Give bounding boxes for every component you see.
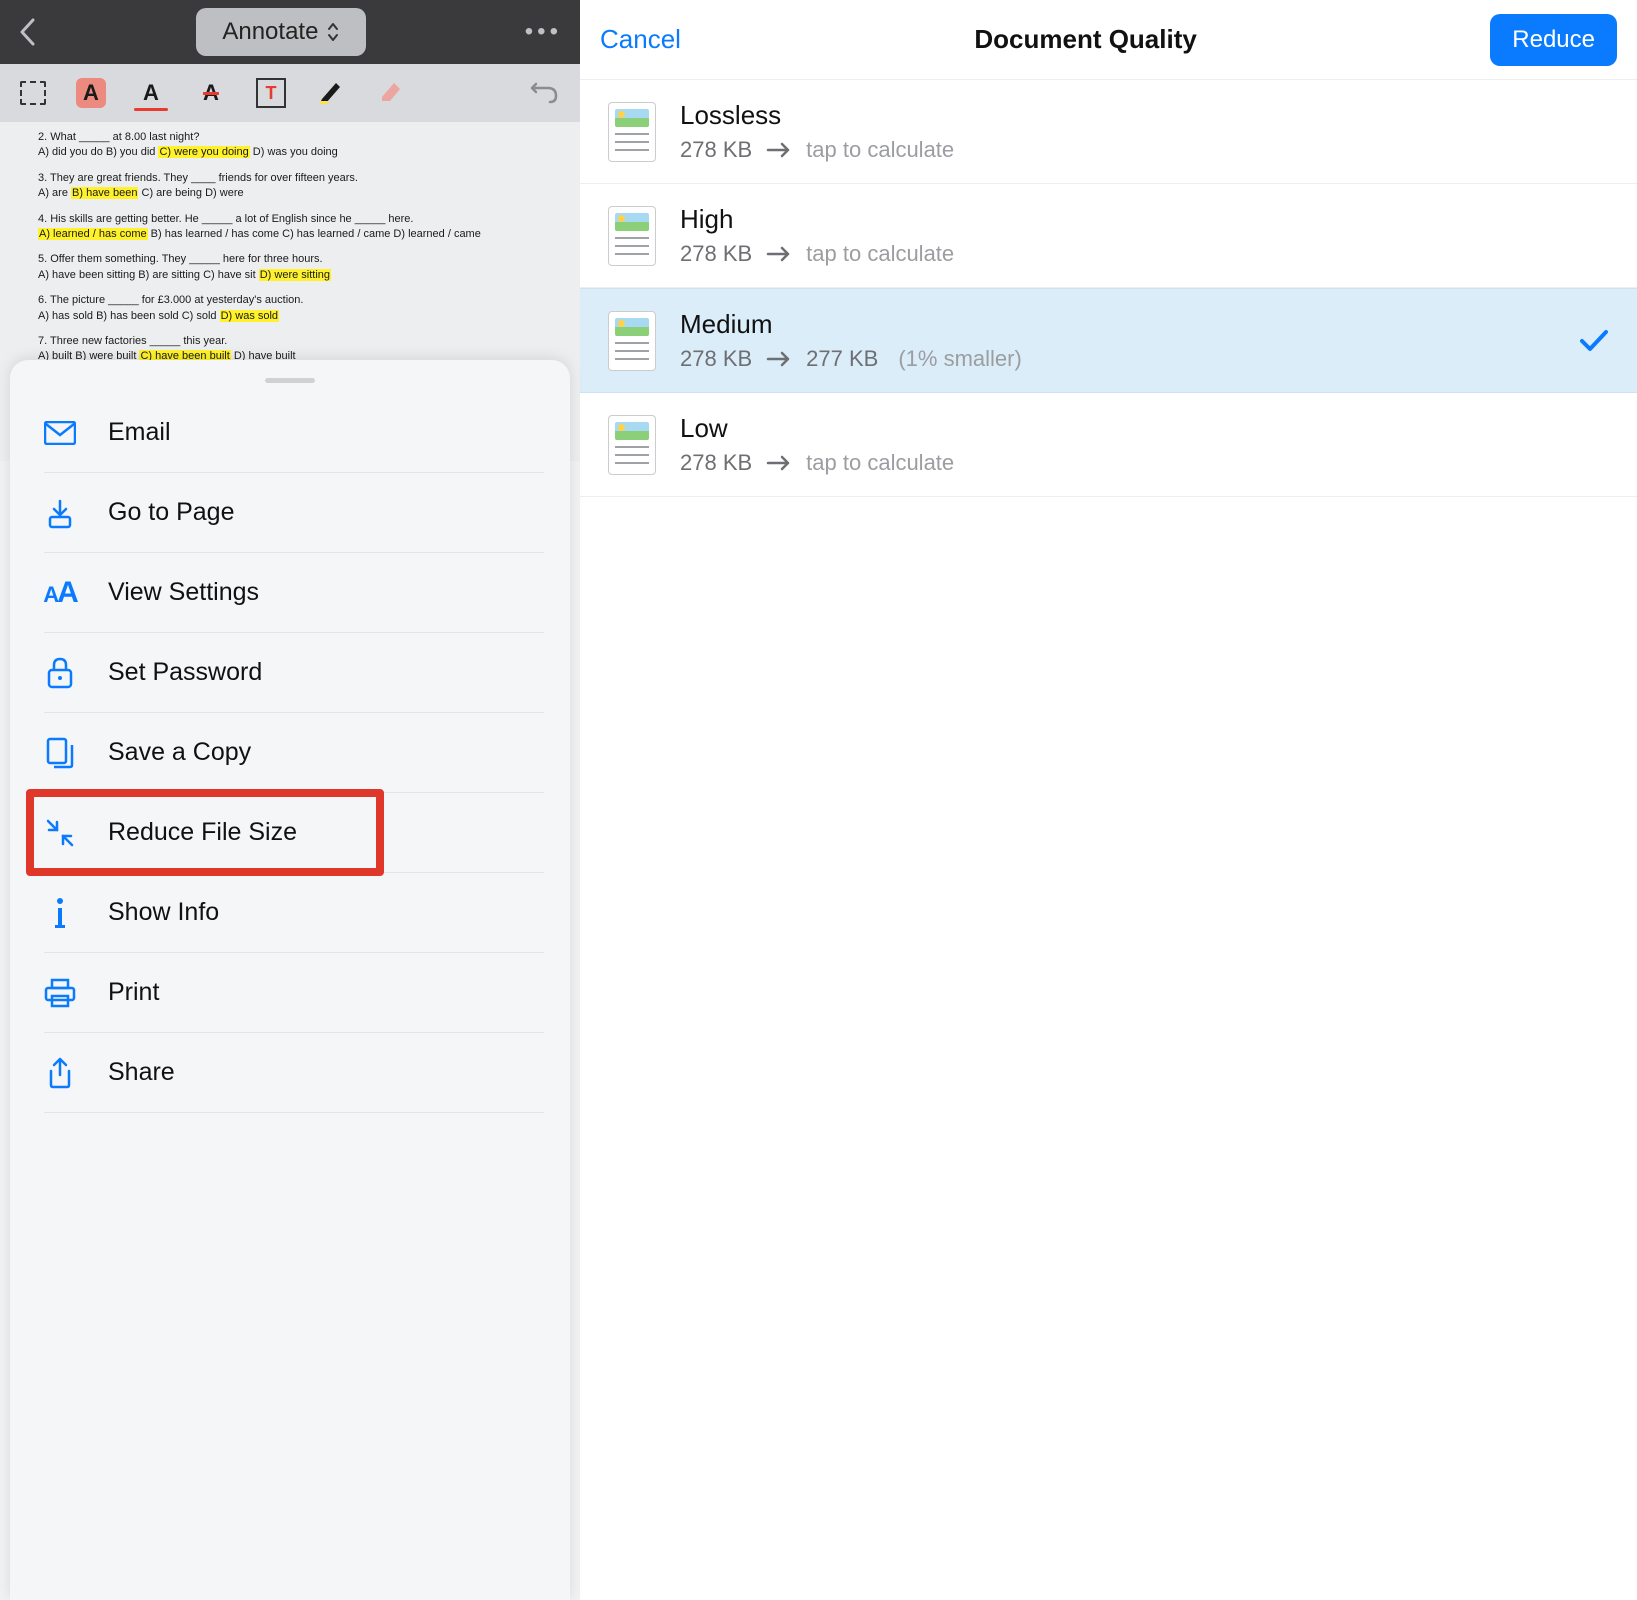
- doc-line: 2. What _____ at 8.00 last night?A) did …: [38, 130, 568, 161]
- thumbnail-icon: [608, 102, 656, 162]
- highlight-tool-icon[interactable]: A: [76, 78, 106, 108]
- tap-hint: tap to calculate: [806, 241, 954, 267]
- doc-line: 4. His skills are getting better. He ___…: [38, 212, 568, 243]
- doc-line: 5. Offer them something. They _____ here…: [38, 252, 568, 283]
- sheet-item-label: Save a Copy: [108, 738, 251, 767]
- quality-text: Low 278 KB tap to calculate: [680, 413, 1609, 476]
- sheet-item-label: View Settings: [108, 578, 259, 607]
- arrow-right-icon: [766, 245, 792, 263]
- back-icon[interactable]: [18, 17, 38, 47]
- marker-tool-icon[interactable]: [316, 78, 346, 108]
- sheet-item-label: Email: [108, 418, 171, 447]
- sheet-item-label: Set Password: [108, 658, 262, 687]
- sheet-item-label: Go to Page: [108, 498, 234, 527]
- quality-name: Low: [680, 413, 1609, 444]
- thumbnail-icon: [608, 415, 656, 475]
- annotation-toolbar: A A A T: [0, 64, 580, 122]
- reduce-button[interactable]: Reduce: [1490, 14, 1617, 66]
- quality-text: Medium 278 KB 277 KB (1% smaller): [680, 309, 1555, 372]
- check-icon: [1579, 329, 1609, 353]
- more-icon[interactable]: •••: [525, 18, 562, 46]
- select-area-tool-icon[interactable]: [20, 81, 46, 105]
- page-title: Document Quality: [974, 24, 1196, 55]
- sheet-item-label: Reduce File Size: [108, 818, 297, 847]
- doc-line: 6. The picture _____ for £3.000 at yeste…: [38, 293, 568, 324]
- eraser-tool-icon[interactable]: [376, 78, 406, 108]
- thumbnail-icon: [608, 311, 656, 371]
- sheet-item-lock[interactable]: Set Password: [44, 633, 544, 713]
- underline-tool-icon[interactable]: A: [136, 78, 166, 108]
- arrow-right-icon: [766, 350, 792, 368]
- lock-icon: [44, 657, 76, 689]
- reduce-icon: [44, 817, 76, 849]
- thumbnail-icon: [608, 206, 656, 266]
- sheet-item-aa[interactable]: AA View Settings: [44, 553, 544, 633]
- arrow-right-icon: [766, 454, 792, 472]
- mail-icon: [44, 417, 76, 449]
- print-icon: [44, 977, 76, 1009]
- quality-name: Medium: [680, 309, 1555, 340]
- sheet-item-info[interactable]: Show Info: [44, 873, 544, 953]
- tap-hint: tap to calculate: [806, 137, 954, 163]
- sheet-item-label: Print: [108, 978, 159, 1007]
- sheet-grabber[interactable]: [265, 378, 315, 383]
- sheet-item-label: Share: [108, 1058, 175, 1087]
- top-bar: Annotate •••: [0, 0, 580, 64]
- from-size: 278 KB: [680, 241, 752, 267]
- quality-option-low[interactable]: Low 278 KB tap to calculate: [580, 393, 1637, 497]
- annotate-pane: Annotate ••• A A A T 2. What _____ at 8.…: [0, 0, 580, 1600]
- to-size: 277 KB: [806, 346, 878, 372]
- mode-selector[interactable]: Annotate: [196, 8, 366, 56]
- tap-hint: tap to calculate: [806, 450, 954, 476]
- doc-line: 3. They are great friends. They ____ fri…: [38, 171, 568, 202]
- copy-icon: [44, 737, 76, 769]
- quality-option-high[interactable]: High 278 KB tap to calculate: [580, 184, 1637, 288]
- sheet-item-label: Show Info: [108, 898, 219, 927]
- sheet-item-print[interactable]: Print: [44, 953, 544, 1033]
- quality-name: Lossless: [680, 100, 1609, 131]
- sheet-item-reduce[interactable]: Reduce File Size: [44, 793, 544, 873]
- quality-pane: Cancel Document Quality Reduce Lossless 2…: [580, 0, 1637, 1600]
- goto-icon: [44, 497, 76, 529]
- size-diff: (1% smaller): [898, 346, 1021, 372]
- quality-text: High 278 KB tap to calculate: [680, 204, 1609, 267]
- action-sheet: Email Go to Page AA View Settings Set Passwo…: [10, 360, 570, 1600]
- share-icon: [44, 1057, 76, 1089]
- arrow-right-icon: [766, 141, 792, 159]
- sheet-item-copy[interactable]: Save a Copy: [44, 713, 544, 793]
- quality-option-medium[interactable]: Medium 278 KB 277 KB (1% smaller): [580, 288, 1637, 393]
- from-size: 278 KB: [680, 137, 752, 163]
- quality-list: Lossless 278 KB tap to calculate High 278 KB…: [580, 80, 1637, 497]
- aa-icon: AA: [44, 577, 76, 609]
- sheet-item-share[interactable]: Share: [44, 1033, 544, 1113]
- strike-tool-icon[interactable]: A: [196, 78, 226, 108]
- from-size: 278 KB: [680, 346, 752, 372]
- right-header: Cancel Document Quality Reduce: [580, 0, 1637, 80]
- sheet-item-mail[interactable]: Email: [44, 393, 544, 473]
- undo-icon[interactable]: [530, 82, 560, 104]
- from-size: 278 KB: [680, 450, 752, 476]
- info-icon: [44, 897, 76, 929]
- textbox-tool-icon[interactable]: T: [256, 78, 286, 108]
- quality-option-lossless[interactable]: Lossless 278 KB tap to calculate: [580, 80, 1637, 184]
- cancel-button[interactable]: Cancel: [600, 24, 681, 55]
- chevron-updown-icon: [326, 21, 340, 43]
- sheet-item-goto[interactable]: Go to Page: [44, 473, 544, 553]
- quality-text: Lossless 278 KB tap to calculate: [680, 100, 1609, 163]
- mode-label: Annotate: [222, 18, 318, 46]
- quality-name: High: [680, 204, 1609, 235]
